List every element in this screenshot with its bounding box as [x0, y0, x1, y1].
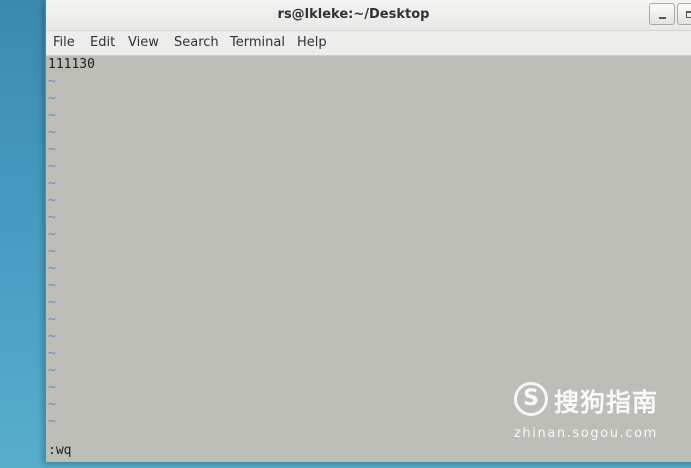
tilde-marker: ~	[48, 227, 56, 242]
tilde-marker: ~	[48, 329, 56, 344]
tilde-marker: ~	[48, 414, 56, 429]
tilde-marker: ~	[48, 142, 56, 157]
tilde-marker: ~	[48, 108, 56, 123]
minimize-icon	[659, 17, 666, 19]
tilde-marker: ~	[48, 244, 56, 259]
sogou-watermark: S 搜狗指南 zhinan.sogou.com	[514, 378, 679, 444]
minimize-button[interactable]	[649, 3, 675, 25]
title-bar[interactable]: rs@lkleke:~/Desktop	[46, 0, 691, 31]
tilde-marker: ~	[48, 295, 56, 310]
command-line[interactable]: :wq	[48, 442, 71, 459]
tilde-marker: ~	[48, 176, 56, 191]
menu-search[interactable]: Search	[174, 35, 219, 50]
tilde-marker: ~	[48, 380, 56, 395]
menu-file[interactable]: File	[53, 35, 75, 50]
menu-view[interactable]: View	[128, 35, 159, 50]
watermark-brand: 搜狗指南	[554, 388, 659, 417]
tilde-marker: ~	[48, 397, 56, 412]
tilde-marker: ~	[48, 125, 56, 140]
menu-bar: File Edit View Search Terminal Help	[46, 31, 691, 56]
tilde-marker: ~	[48, 346, 56, 361]
window-title: rs@lkleke:~/Desktop	[277, 7, 430, 22]
menu-help[interactable]: Help	[297, 35, 327, 50]
desktop-background	[0, 0, 46, 468]
watermark-url: zhinan.sogou.com	[514, 426, 658, 441]
file-content-line: 111130	[48, 57, 95, 72]
maximize-icon	[686, 11, 691, 18]
tilde-marker: ~	[48, 312, 56, 327]
tilde-marker: ~	[48, 210, 56, 225]
maximize-button[interactable]	[677, 3, 691, 25]
tilde-marker: ~	[48, 159, 56, 174]
tilde-marker: ~	[48, 278, 56, 293]
sogou-logo-letter: S	[523, 386, 539, 411]
tilde-marker: ~	[48, 74, 56, 89]
tilde-marker: ~	[48, 363, 56, 378]
menu-terminal[interactable]: Terminal	[230, 35, 285, 50]
tilde-marker: ~	[48, 193, 56, 208]
tilde-marker: ~	[48, 91, 56, 106]
menu-edit[interactable]: Edit	[90, 35, 115, 50]
tilde-marker: ~	[48, 261, 56, 276]
